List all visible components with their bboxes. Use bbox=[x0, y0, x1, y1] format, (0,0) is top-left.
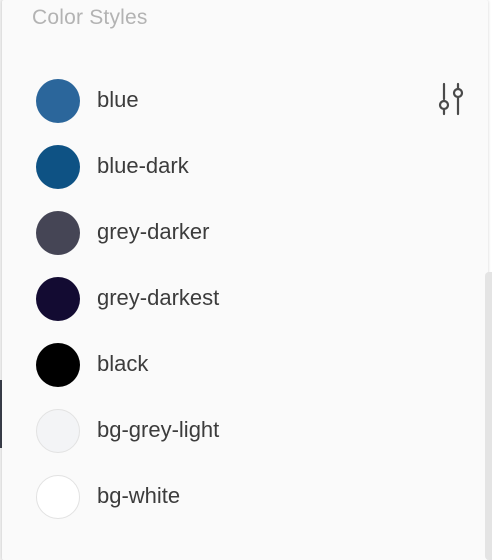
panel-title: Color Styles bbox=[32, 6, 148, 29]
color-swatch bbox=[36, 145, 80, 189]
color-swatch bbox=[36, 343, 80, 387]
color-style-label: bg-white bbox=[97, 483, 181, 508]
color-swatch bbox=[36, 475, 80, 519]
color-style-item-blue-dark[interactable]: blue-dark bbox=[2, 134, 488, 200]
color-swatch bbox=[36, 409, 80, 453]
color-styles-panel: Color Styles blue blue-dark grey-darker … bbox=[2, 0, 488, 560]
color-style-label: black bbox=[97, 351, 149, 376]
color-style-label: blue bbox=[97, 87, 139, 112]
color-swatch bbox=[36, 277, 80, 321]
color-style-item-blue[interactable]: blue bbox=[2, 68, 488, 134]
color-style-label: grey-darkest bbox=[97, 285, 220, 310]
color-style-item-bg-white[interactable]: bg-white bbox=[2, 464, 488, 530]
color-style-label: grey-darker bbox=[97, 219, 210, 244]
color-style-item-grey-darkest[interactable]: grey-darkest bbox=[2, 266, 488, 332]
color-style-item-grey-darker[interactable]: grey-darker bbox=[2, 200, 488, 266]
sliders-icon bbox=[438, 82, 466, 121]
color-swatch bbox=[36, 79, 80, 123]
color-style-list: blue blue-dark grey-darker grey-darkest … bbox=[2, 68, 488, 530]
edit-style-button[interactable] bbox=[434, 82, 470, 120]
screen: Color Styles blue blue-dark grey-darker … bbox=[0, 0, 492, 560]
scrollbar[interactable] bbox=[485, 272, 492, 560]
color-swatch bbox=[36, 211, 80, 255]
color-style-item-black[interactable]: black bbox=[2, 332, 488, 398]
color-style-label: bg-grey-light bbox=[97, 417, 220, 442]
color-style-item-bg-grey-light[interactable]: bg-grey-light bbox=[2, 398, 488, 464]
color-style-label: blue-dark bbox=[97, 153, 189, 178]
